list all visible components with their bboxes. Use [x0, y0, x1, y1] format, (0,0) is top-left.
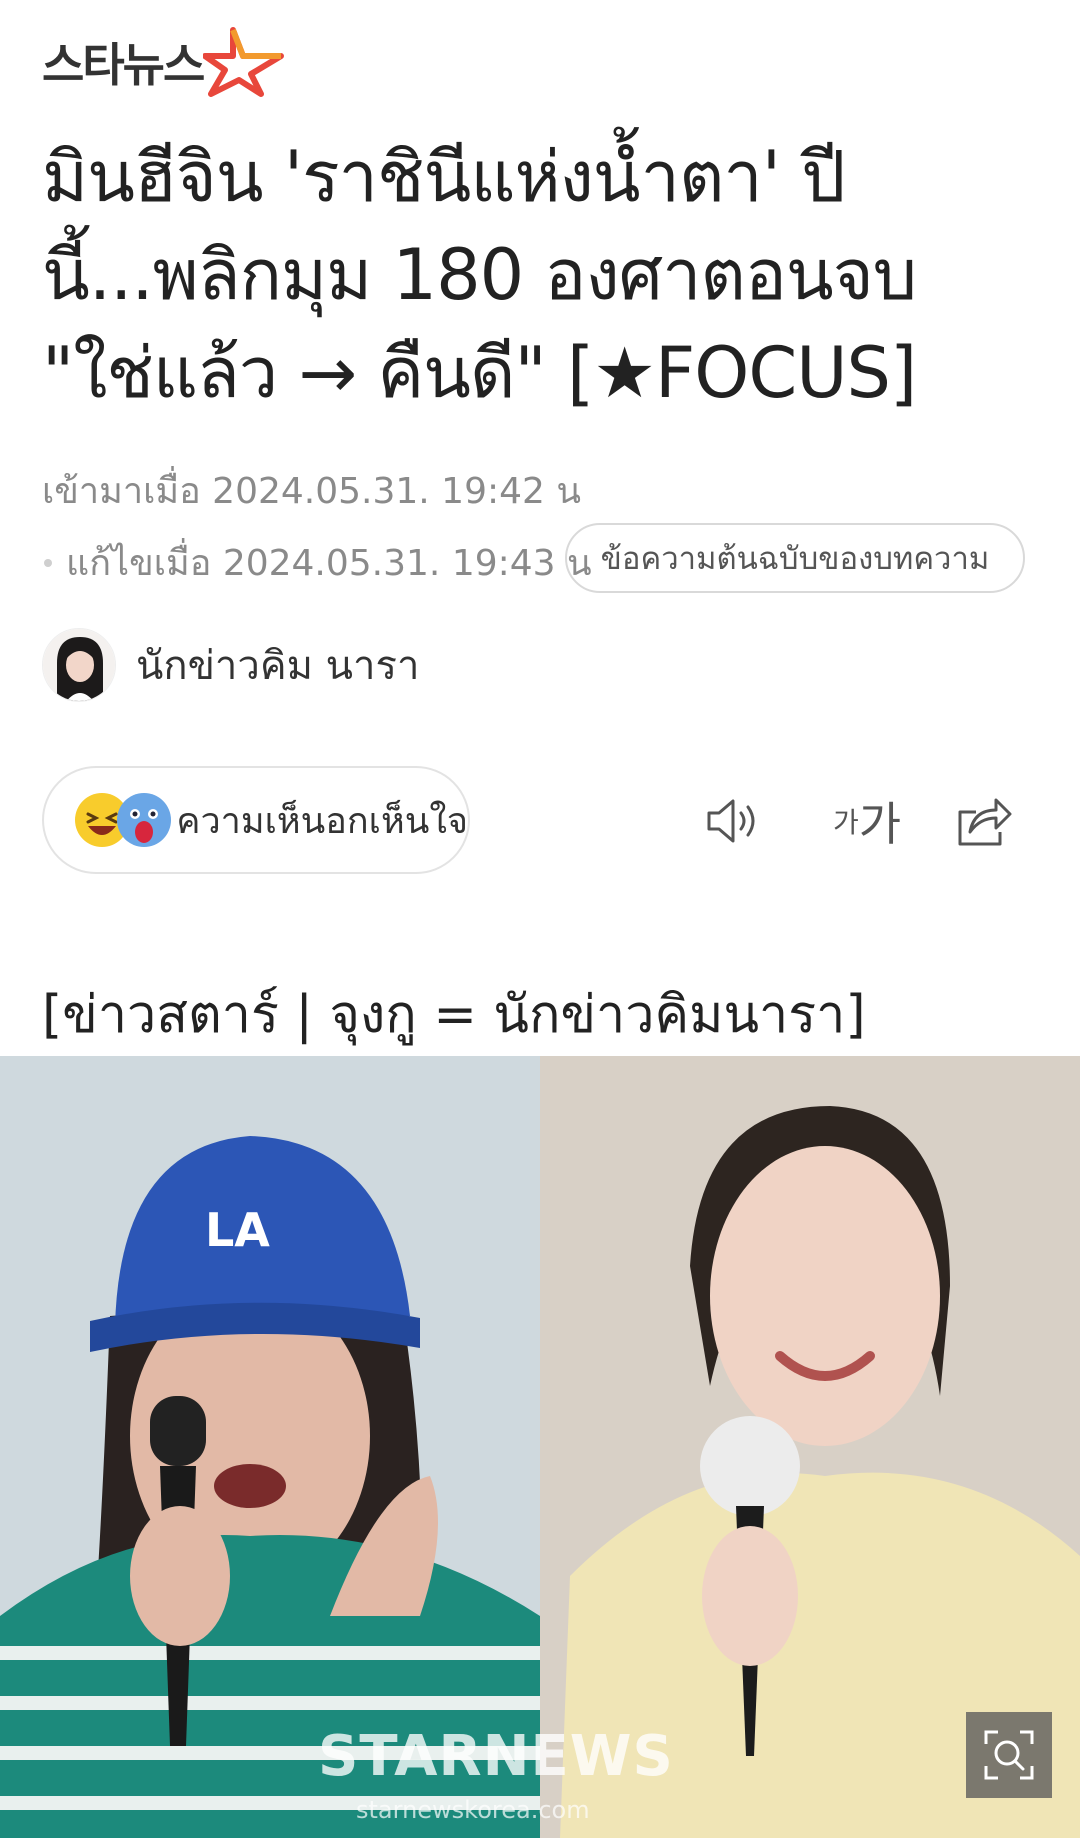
updated-date: แก้ไขเมื่อ 2024.05.31. 19:43 น [66, 543, 592, 584]
reporter-byline[interactable]: นักข่าวคิม นารา [42, 628, 419, 702]
reporter-name: นักข่าวคิม นารา [136, 643, 420, 689]
font-small-glyph: 가 [832, 806, 859, 839]
svg-text:LA: LA [205, 1203, 270, 1257]
photo-watermark-url: starnewskorea.com [356, 1796, 590, 1824]
font-size-button[interactable]: 가가 [822, 786, 912, 856]
reporter-avatar [42, 628, 116, 702]
article-caption: [ข่าวสตาร์ | จุงกู = นักข่าวคิมนารา] [42, 985, 866, 1045]
reaction-button[interactable]: ความเห็นอกเห็นใจ [42, 766, 470, 874]
reaction-emojis [74, 792, 171, 848]
logo-text: 스타뉴스 [42, 38, 205, 92]
shocked-emoji-icon [117, 793, 171, 847]
speaker-icon [707, 799, 755, 843]
photo-left-image: LA [0, 1056, 540, 1838]
photo-watermark: STARNEWS [318, 1724, 674, 1789]
article-photo[interactable]: LA STARNEWS starnewskorea.com [0, 1056, 1080, 1838]
article-page: 스타뉴스 มินฮีจิน 'ราชินีแห่งน้ำตา' ปีนี้...… [0, 0, 1080, 1847]
article-headline: มินฮีจิน 'ราชินีแห่งน้ำตา' ปีนี้...พลิกม… [42, 136, 917, 414]
text-to-speech-button[interactable] [700, 786, 770, 856]
share-icon [958, 798, 1012, 846]
reaction-label: ความเห็นอกเห็นใจ [176, 800, 468, 842]
original-article-button[interactable]: ข้อความต้นฉบับของบทความ [565, 523, 1025, 593]
bullet-dot [44, 558, 52, 567]
photo-left-person: LA [0, 1056, 540, 1838]
star-logo-icon [203, 27, 285, 97]
font-big-glyph: 가 [858, 797, 902, 851]
published-date: เข้ามาเมื่อ 2024.05.31. 19:42 น [42, 471, 581, 512]
zoom-search-icon [984, 1730, 1034, 1780]
share-button[interactable] [948, 786, 1018, 856]
starnews-logo[interactable]: 스타뉴스 [42, 22, 285, 102]
updated-date-row: แก้ไขเมื่อ 2024.05.31. 19:43 น [42, 534, 592, 591]
photo-zoom-button[interactable] [966, 1712, 1052, 1798]
avatar-image [43, 629, 115, 701]
